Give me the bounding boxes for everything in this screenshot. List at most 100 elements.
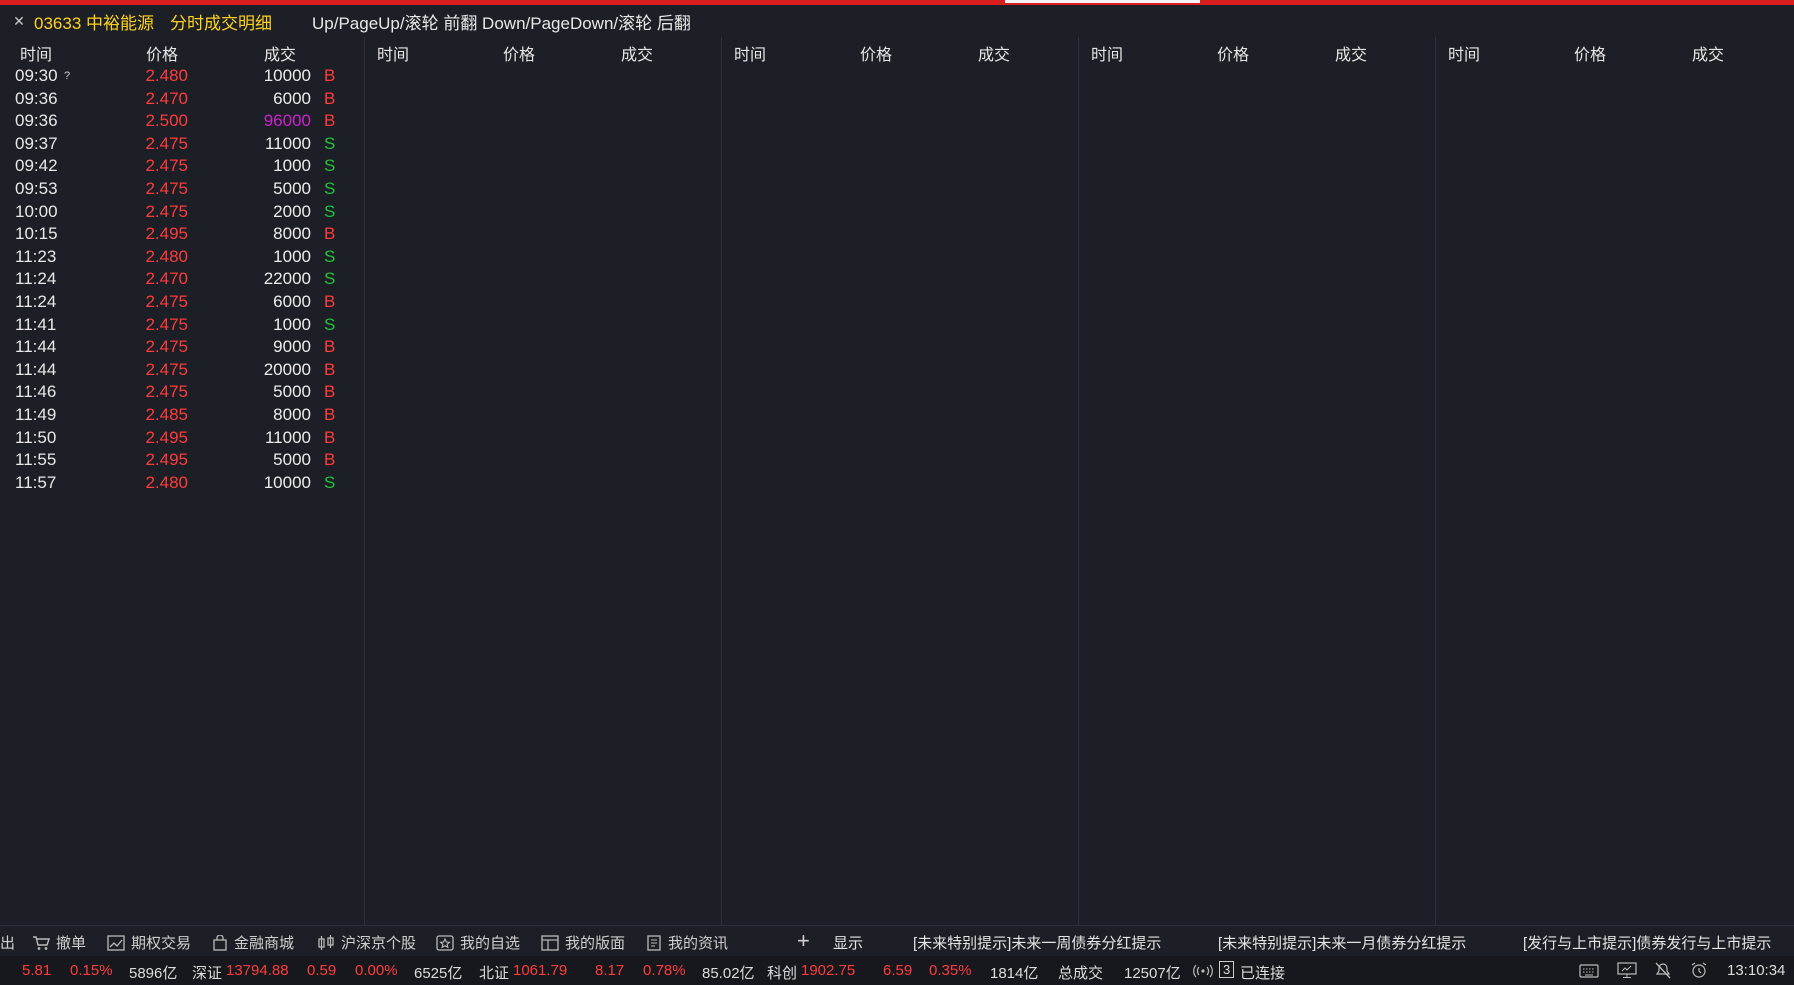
a-share-stocks-button[interactable]: 沪深京个股 [317,932,416,953]
header-time: 时间 [377,47,410,64]
trade-direction: B [324,382,336,402]
trade-row[interactable]: 11:57 2.480 10000 S [8,473,348,495]
bottom-toolbar: 出 撤单 期权交易 金融商城 沪深京个股 我的自选 我的版面 我的资讯 + 显示… [0,925,1794,956]
trade-volume: 2000 [273,201,311,221]
trade-row[interactable]: 11:24 2.475 6000 B [8,292,348,314]
notice-item[interactable]: [发行与上市提示]债券发行与上市提示 [1523,932,1771,953]
alarm-clock-icon[interactable] [1690,962,1708,979]
cancel-order-label: 撤单 [56,935,87,952]
my-layout-label: 我的版面 [565,935,626,952]
trade-direction: B [324,427,336,447]
trade-direction: B [324,405,336,424]
trade-direction: B [324,111,336,131]
connection-status[interactable]: 已连接 [1240,962,1285,983]
trade-time: 11:24 [15,269,57,289]
trade-row[interactable]: 10:00 2.475 2000 S [8,202,348,224]
trade-price: 2.470 [145,88,188,108]
trade-row[interactable]: 09:30? 2.480 10000 B [8,66,348,88]
trade-volume: 8000 [273,405,311,424]
trade-row[interactable]: 09:36 2.470 6000 B [8,89,348,111]
header-time: 时间 [20,47,53,64]
bz-percent: 0.78% [643,962,686,979]
column-header: 时间 价格 成交 [722,37,1078,64]
stock-name: 03633 中裕能源 [34,13,154,33]
my-layout-button[interactable]: 我的版面 [541,932,625,953]
kc-label[interactable]: 科创 [767,962,797,983]
close-icon[interactable]: ✕ [10,13,28,30]
trade-row[interactable]: 11:44 2.475 9000 B [8,337,348,359]
header-time: 时间 [1091,47,1124,64]
trade-volume: 5000 [273,450,311,470]
a-share-stocks-label: 沪深京个股 [341,935,417,952]
layout-icon [541,934,559,951]
trade-row[interactable]: 11:23 2.480 1000 S [8,247,348,269]
trade-price: 2.480 [145,472,188,492]
title-bar: ✕ 03633 中裕能源 分时成交明细 Up/PageUp/滚轮 前翻 Down… [0,5,1794,37]
trade-row[interactable]: 09:53 2.475 5000 S [8,179,348,201]
sh-percent: 0.15% [70,962,113,979]
kc-index: 1902.75 [801,962,856,979]
watchlist-button[interactable]: 我的自选 [436,932,520,953]
mute-icon[interactable] [1654,962,1672,979]
trade-volume: 6000 [273,88,311,108]
finance-mall-button[interactable]: 金融商城 [212,932,294,953]
trade-direction: B [324,337,336,357]
header-price: 价格 [860,47,893,64]
trade-price: 2.475 [145,156,188,176]
sz-index: 13794.88 [226,962,289,979]
keyboard-icon[interactable] [1579,964,1599,978]
trade-row[interactable]: 11:50 2.495 11000 B [8,428,348,450]
trade-row[interactable]: 09:42 2.475 1000 S [8,156,348,178]
trade-time: 09:30 [15,66,58,85]
trade-direction: S [324,156,336,176]
trade-direction: S [324,133,336,153]
trade-row[interactable]: 11:41 2.475 1000 S [8,315,348,337]
header-price: 价格 [503,47,536,64]
trade-volume: 9000 [273,337,311,357]
trade-row[interactable]: 11:46 2.475 5000 B [8,382,348,404]
trade-row[interactable]: 11:24 2.470 22000 S [8,269,348,291]
trade-row[interactable]: 11:55 2.495 5000 B [8,450,348,472]
bz-label[interactable]: 北证 [479,962,509,983]
plus-icon[interactable]: + [797,928,810,954]
market-status-bar: 5.81 0.15% 5896亿 深证 13794.88 0.59 0.00% … [0,956,1794,985]
sz-label[interactable]: 深证 [192,962,222,983]
notice-item[interactable]: [未来特别提示]未来一周债券分红提示 [913,932,1161,953]
exit-button[interactable]: 出 [0,932,15,953]
trade-price: 2.475 [145,314,188,334]
total-label: 总成交 [1058,965,1104,982]
trade-row[interactable]: 09:36 2.500 96000 B [8,111,348,133]
trade-time: 11:24 [15,292,57,311]
trade-time: 11:50 [15,427,57,447]
trade-time: 11:46 [15,382,57,402]
trade-detail-grid[interactable]: 时间 价格 成交 09:30? 2.480 10000 B 09:36 2.470 6000… [8,37,1794,925]
active-tab-highlight [1005,0,1200,3]
my-news-button[interactable]: 我的资讯 [646,932,728,953]
trade-volume: 1000 [273,314,311,334]
trade-volume: 22000 [263,269,311,289]
trade-direction: S [324,179,336,198]
trade-price: 2.475 [145,359,188,379]
bz-amount: 85.02亿 [702,965,755,982]
show-button[interactable]: 显示 [833,932,863,953]
sh-change: 5.81 [22,962,52,979]
bag-icon [213,934,227,951]
column-header: 时间 价格 成交 [1436,37,1792,64]
cancel-order-button[interactable]: 撤单 [32,932,86,953]
trade-row[interactable]: 09:37 2.475 11000 S [8,134,348,156]
trade-mark: ? [64,70,71,82]
trade-direction: S [324,472,336,492]
trade-volume: 5000 [273,382,311,402]
trade-direction: B [324,66,336,85]
notice-item[interactable]: [未来特别提示]未来一月债券分红提示 [1218,932,1466,953]
trade-row[interactable]: 10:15 2.495 8000 B [8,224,348,246]
monitor-icon[interactable] [1617,962,1637,979]
trade-row[interactable]: 11:44 2.475 20000 B [8,360,348,382]
exit-label: 出 [0,935,16,952]
paging-hint: Up/PageUp/滚轮 前翻 Down/PageDown/滚轮 后翻 [312,13,691,33]
header-volume: 成交 [621,47,654,64]
header-time: 时间 [734,47,767,64]
trade-row[interactable]: 11:49 2.485 8000 B [8,405,348,427]
trade-direction: B [324,224,336,244]
options-trading-button[interactable]: 期权交易 [107,932,191,953]
